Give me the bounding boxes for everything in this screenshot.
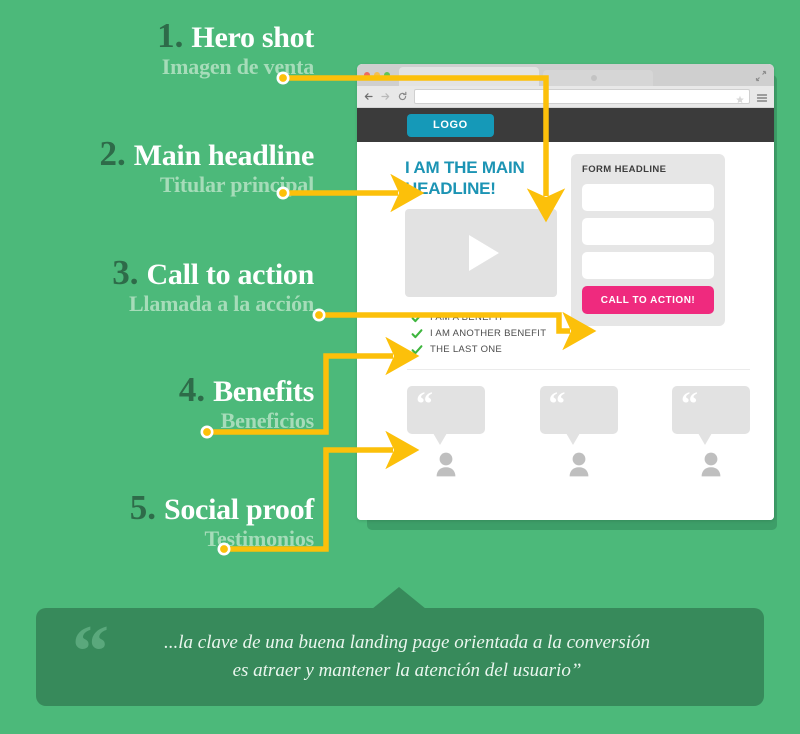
step-label-es: Beneficios xyxy=(220,408,315,433)
testimonial-bubble: “ xyxy=(539,386,618,446)
main-headline-text: I AM THE MAIN HEADLINE! xyxy=(405,158,525,198)
browser-tab-active[interactable] xyxy=(399,67,539,86)
logo-button[interactable]: LOGO xyxy=(407,113,494,137)
step-label-en: Hero shot xyxy=(191,21,314,54)
quote-banner-notch xyxy=(372,587,426,609)
window-controls[interactable] xyxy=(364,72,390,78)
step-label-en: Benefits xyxy=(213,375,314,408)
back-arrow-icon[interactable] xyxy=(363,91,374,102)
bubble-tail xyxy=(698,433,712,446)
step-number: 5. xyxy=(129,488,156,527)
form-field-3[interactable] xyxy=(582,252,714,279)
check-icon xyxy=(411,327,423,339)
step-item-main-headline: 2. Main headline Titular principal xyxy=(0,136,340,196)
quote-mark-icon: “ xyxy=(72,611,109,694)
testimonial-item: “ xyxy=(672,386,750,478)
infographic-canvas: 1. Hero shot Imagen de venta 2. Main hea… xyxy=(0,0,800,734)
quote-banner: “ ...la clave de una buena landing page … xyxy=(36,608,764,706)
step-label-es: Llamada a la acción xyxy=(128,291,314,316)
step-label-es: Testimonios xyxy=(204,526,315,551)
form-headline-text: FORM HEADLINE xyxy=(582,164,667,175)
bubble-tail xyxy=(433,433,447,446)
quote-mark-icon: “ xyxy=(681,386,698,424)
step-number: 3. xyxy=(112,253,139,292)
step-subtitle-row: Testimonios xyxy=(0,528,340,550)
browser-tab-bar xyxy=(357,64,774,86)
benefit-item: I AM ANOTHER BENEFIT xyxy=(411,327,756,339)
hamburger-menu-icon[interactable] xyxy=(756,91,768,103)
close-window-dot[interactable] xyxy=(364,72,370,78)
form-field-1[interactable] xyxy=(582,184,714,211)
benefit-label: I AM ANOTHER BENEFIT xyxy=(430,327,547,339)
step-number: 1. xyxy=(157,16,184,55)
person-avatar-icon xyxy=(431,452,461,478)
browser-tab-inactive[interactable] xyxy=(543,70,653,86)
step-title-row: 5. Social proof xyxy=(0,490,340,525)
resize-diagonal-icon[interactable] xyxy=(755,69,767,82)
step-number: 2. xyxy=(99,134,126,173)
testimonial-item: “ xyxy=(407,386,485,478)
step-number: 4. xyxy=(178,370,206,409)
step-label-es: Imagen de venta xyxy=(161,54,314,79)
step-title-row: 1. Hero shot xyxy=(0,18,340,53)
step-title-row: 4. Benefits xyxy=(0,372,340,407)
bubble-tail xyxy=(565,433,580,446)
quote-line-1: ...la clave de una buena landing page or… xyxy=(164,632,650,654)
maximize-window-dot[interactable] xyxy=(384,72,390,78)
step-item-call-to-action: 3. Call to action Llamada a la acción xyxy=(0,255,340,315)
benefit-label: I AM A BENEFIT xyxy=(430,311,504,323)
step-title-row: 3. Call to action xyxy=(0,255,340,290)
testimonials-row: “ “ “ xyxy=(405,386,756,478)
person-avatar-icon xyxy=(696,452,726,478)
hero-left-column: I AM THE MAIN HEADLINE! xyxy=(405,158,565,298)
bookmark-star-icon[interactable] xyxy=(735,92,745,104)
testimonial-bubble: “ xyxy=(407,386,485,446)
step-subtitle-row: Imagen de venta xyxy=(0,56,340,78)
browser-window-mockup: LOGO I AM THE MAIN HEADLINE! FORM HEADLI… xyxy=(357,64,774,520)
steps-list: 1. Hero shot Imagen de venta 2. Main hea… xyxy=(0,0,340,580)
quote-content: “ ...la clave de una buena landing page … xyxy=(72,615,650,689)
call-to-action-button[interactable]: CALL TO ACTION! xyxy=(582,286,714,314)
quote-line-2: es atraer y mantener la atención del usu… xyxy=(232,660,582,681)
lead-capture-form: FORM HEADLINE CALL TO ACTION! xyxy=(571,154,725,326)
step-label-en: Main headline xyxy=(133,139,315,172)
quote-mark-icon: “ xyxy=(548,386,566,424)
form-field-2[interactable] xyxy=(582,218,714,245)
testimonial-item: “ xyxy=(539,386,618,478)
step-subtitle-row: Beneficios xyxy=(0,410,340,432)
address-bar-input[interactable] xyxy=(414,89,750,104)
landing-page-body: I AM THE MAIN HEADLINE! FORM HEADLINE CA… xyxy=(357,142,774,520)
step-item-benefits: 4. Benefits Beneficios xyxy=(0,372,340,432)
person-avatar-icon xyxy=(564,452,594,478)
forward-arrow-icon[interactable] xyxy=(380,91,391,102)
benefit-label: THE LAST ONE xyxy=(430,343,503,355)
reload-icon[interactable] xyxy=(397,91,408,102)
play-triangle-icon xyxy=(469,235,499,272)
step-subtitle-row: Titular principal xyxy=(0,174,340,196)
browser-nav-bar xyxy=(357,86,774,108)
step-label-es: Titular principal xyxy=(159,172,314,197)
step-title-row: 2. Main headline xyxy=(0,136,340,171)
benefit-item: THE LAST ONE xyxy=(411,343,756,355)
step-label-en: Social proof xyxy=(163,493,314,526)
check-icon xyxy=(411,343,423,355)
hero-video-placeholder[interactable] xyxy=(405,209,557,298)
landing-page-header: LOGO xyxy=(357,108,774,142)
step-label-en: Call to action xyxy=(146,258,315,291)
testimonial-bubble: “ xyxy=(672,386,750,446)
minimize-window-dot[interactable] xyxy=(374,72,380,78)
step-item-hero-shot: 1. Hero shot Imagen de venta xyxy=(0,18,340,78)
step-subtitle-row: Llamada a la acción xyxy=(0,293,340,315)
section-divider xyxy=(407,369,750,371)
check-icon xyxy=(411,311,423,323)
favicon-icon xyxy=(591,75,597,81)
quote-mark-icon: “ xyxy=(416,386,433,424)
step-item-social-proof: 5. Social proof Testimonios xyxy=(0,490,340,550)
